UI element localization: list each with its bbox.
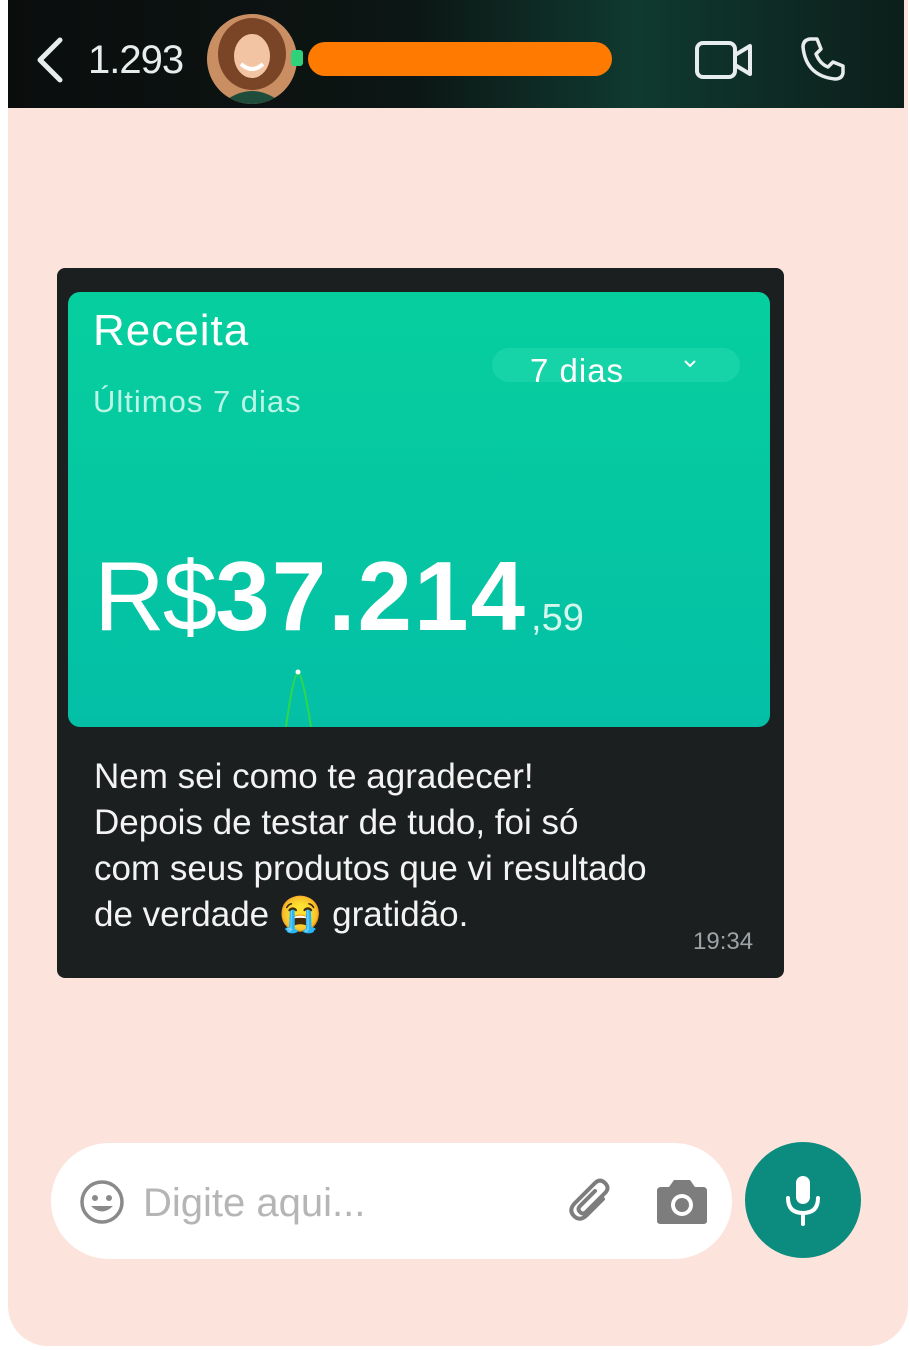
revenue-subtitle: Últimos 7 dias (93, 384, 302, 419)
revenue-title: Receita (93, 306, 250, 355)
message-input-placeholder[interactable]: Digite aqui... (143, 1181, 365, 1226)
phone-icon (801, 37, 845, 81)
unread-count[interactable]: 1.293 (88, 38, 184, 83)
online-indicator (291, 50, 303, 66)
video-icon (695, 41, 752, 79)
voice-call-button[interactable] (798, 34, 848, 84)
message-bubble: Receita Últimos 7 dias 7 dias R$37.214,5… (57, 268, 784, 978)
attach-button[interactable] (563, 1173, 621, 1231)
revenue-card-image[interactable]: Receita Últimos 7 dias 7 dias R$37.214,5… (68, 292, 770, 727)
contact-name-redacted[interactable] (308, 42, 612, 76)
camera-button[interactable] (653, 1177, 711, 1227)
message-time: 19:34 (693, 928, 754, 955)
trend-line (285, 669, 312, 727)
back-button[interactable] (30, 36, 70, 84)
emoji-icon (80, 1180, 124, 1224)
mic-icon (786, 1176, 820, 1226)
revenue-amount: R$37.214,59 (94, 540, 584, 653)
voice-record-button[interactable] (745, 1142, 861, 1258)
message-text: Nem sei como te agradecer! Depois de tes… (94, 757, 647, 934)
back-icon (37, 37, 63, 83)
avatar[interactable] (207, 14, 297, 104)
amount-integer: 37.214 (215, 541, 528, 651)
camera-icon (657, 1180, 707, 1224)
emoji-button[interactable] (79, 1179, 125, 1225)
period-dropdown[interactable]: 7 dias (492, 348, 740, 389)
currency-symbol: R$ (94, 541, 217, 651)
period-label: 7 dias (530, 352, 625, 389)
paperclip-icon (569, 1178, 610, 1221)
video-call-button[interactable] (694, 38, 754, 82)
chat-header: 1.293 (8, 0, 904, 108)
amount-decimal: ,59 (531, 597, 584, 639)
message-composer[interactable]: Digite aqui... (51, 1143, 732, 1259)
chevron-down-icon (684, 360, 696, 368)
